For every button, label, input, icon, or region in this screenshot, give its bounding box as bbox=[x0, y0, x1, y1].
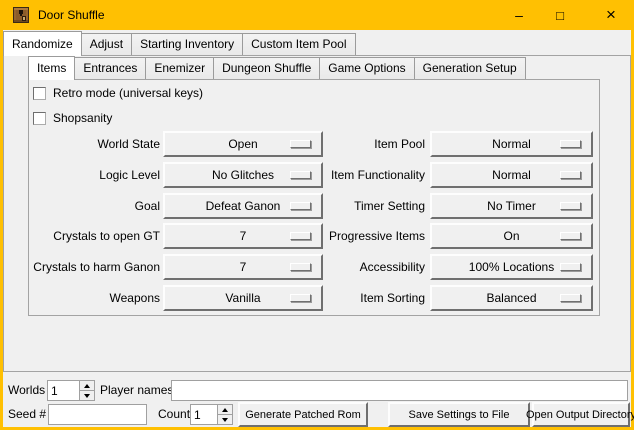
main-tab-bar: Randomize Adjust Starting Inventory Cust… bbox=[3, 32, 355, 55]
retro-mode-checkbox-row: Retro mode (universal keys) bbox=[33, 86, 203, 101]
item-sorting-value: Balanced bbox=[486, 291, 536, 305]
open-output-directory-button[interactable]: Open Output Directory bbox=[532, 402, 630, 427]
item-sorting-dropdown[interactable]: Balanced bbox=[430, 285, 593, 311]
timer-setting-value: No Timer bbox=[487, 199, 536, 213]
count-spin-buttons bbox=[217, 405, 232, 424]
spin-up-icon[interactable] bbox=[80, 381, 94, 391]
crystals-ganon-value: 7 bbox=[240, 260, 247, 274]
logic-level-value: No Glitches bbox=[212, 168, 274, 182]
maximize-icon[interactable]: □ bbox=[543, 0, 577, 30]
tab-items[interactable]: Items bbox=[28, 56, 75, 80]
item-functionality-value: Normal bbox=[492, 168, 531, 182]
tab-game-options[interactable]: Game Options bbox=[319, 57, 414, 79]
close-icon[interactable]: × bbox=[594, 0, 628, 30]
crystals-gt-label: Crystals to open GT bbox=[28, 223, 160, 249]
worlds-spin-buttons bbox=[79, 381, 94, 400]
progressive-items-dropdown[interactable]: On bbox=[430, 223, 593, 249]
progressive-items-label: Progressive Items bbox=[298, 223, 425, 249]
dropdown-indicator-icon bbox=[560, 294, 581, 302]
accessibility-label: Accessibility bbox=[298, 254, 425, 280]
dropdown-indicator-icon bbox=[560, 263, 581, 271]
player-names-input[interactable] bbox=[172, 381, 627, 400]
item-sorting-label: Item Sorting bbox=[298, 285, 425, 311]
seed-label: Seed # bbox=[8, 402, 46, 426]
spin-up-icon[interactable] bbox=[218, 405, 232, 415]
worlds-input[interactable] bbox=[48, 381, 79, 400]
tab-entrances[interactable]: Entrances bbox=[74, 57, 146, 79]
count-label: Count bbox=[158, 402, 190, 426]
progressive-items-value: On bbox=[503, 229, 519, 243]
generate-patched-rom-button[interactable]: Generate Patched Rom bbox=[238, 402, 368, 427]
app-window: Door Shuffle – □ × Randomize Adjust Star… bbox=[0, 0, 634, 430]
item-functionality-label: Item Functionality bbox=[298, 162, 425, 188]
worlds-spinbox bbox=[47, 380, 95, 401]
tab-dungeon-shuffle[interactable]: Dungeon Shuffle bbox=[213, 57, 320, 79]
seed-input[interactable] bbox=[49, 405, 146, 424]
goal-label: Goal bbox=[28, 193, 160, 219]
world-state-value: Open bbox=[228, 137, 257, 151]
worlds-label: Worlds bbox=[8, 378, 45, 402]
minimize-icon[interactable]: – bbox=[502, 0, 536, 30]
timer-setting-dropdown[interactable]: No Timer bbox=[430, 193, 593, 219]
dropdown-indicator-icon bbox=[560, 140, 581, 148]
seed-entry bbox=[48, 404, 147, 425]
accessibility-value: 100% Locations bbox=[469, 260, 554, 274]
titlebar: Door Shuffle – □ × bbox=[0, 0, 634, 30]
shopsanity-checkbox-row: Shopsanity bbox=[33, 111, 112, 126]
item-pool-value: Normal bbox=[492, 137, 531, 151]
accessibility-dropdown[interactable]: 100% Locations bbox=[430, 254, 593, 280]
shopsanity-label: Shopsanity bbox=[53, 111, 112, 126]
tab-custom-item-pool[interactable]: Custom Item Pool bbox=[242, 33, 355, 55]
weapons-label: Weapons bbox=[28, 285, 160, 311]
item-functionality-dropdown[interactable]: Normal bbox=[430, 162, 593, 188]
player-names-label: Player names bbox=[100, 378, 173, 402]
item-pool-label: Item Pool bbox=[298, 131, 425, 157]
count-spinbox bbox=[190, 404, 233, 425]
tab-starting-inventory[interactable]: Starting Inventory bbox=[131, 33, 243, 55]
item-pool-dropdown[interactable]: Normal bbox=[430, 131, 593, 157]
window-title: Door Shuffle bbox=[38, 0, 105, 30]
dropdown-indicator-icon bbox=[560, 202, 581, 210]
crystals-gt-value: 7 bbox=[240, 229, 247, 243]
timer-setting-label: Timer Setting bbox=[298, 193, 425, 219]
shopsanity-checkbox[interactable] bbox=[33, 112, 46, 125]
retro-mode-checkbox[interactable] bbox=[33, 87, 46, 100]
sub-tab-bar: Items Entrances Enemizer Dungeon Shuffle… bbox=[28, 57, 525, 79]
tab-enemizer[interactable]: Enemizer bbox=[145, 57, 214, 79]
tab-generation-setup[interactable]: Generation Setup bbox=[414, 57, 526, 79]
player-names-entry bbox=[171, 380, 628, 401]
spin-down-icon[interactable] bbox=[80, 391, 94, 400]
spin-down-icon[interactable] bbox=[218, 415, 232, 424]
goal-value: Defeat Ganon bbox=[206, 199, 281, 213]
weapons-value: Vanilla bbox=[225, 291, 260, 305]
count-input[interactable] bbox=[191, 405, 217, 424]
dropdown-indicator-icon bbox=[560, 171, 581, 179]
retro-mode-label: Retro mode (universal keys) bbox=[53, 86, 203, 101]
door-icon bbox=[13, 7, 29, 23]
save-settings-button[interactable]: Save Settings to File bbox=[388, 402, 530, 427]
dropdown-indicator-icon bbox=[560, 232, 581, 240]
tab-randomize[interactable]: Randomize bbox=[3, 31, 82, 56]
logic-level-label: Logic Level bbox=[28, 162, 160, 188]
tab-adjust[interactable]: Adjust bbox=[81, 33, 132, 55]
crystals-ganon-label: Crystals to harm Ganon bbox=[28, 254, 160, 280]
world-state-label: World State bbox=[28, 131, 160, 157]
